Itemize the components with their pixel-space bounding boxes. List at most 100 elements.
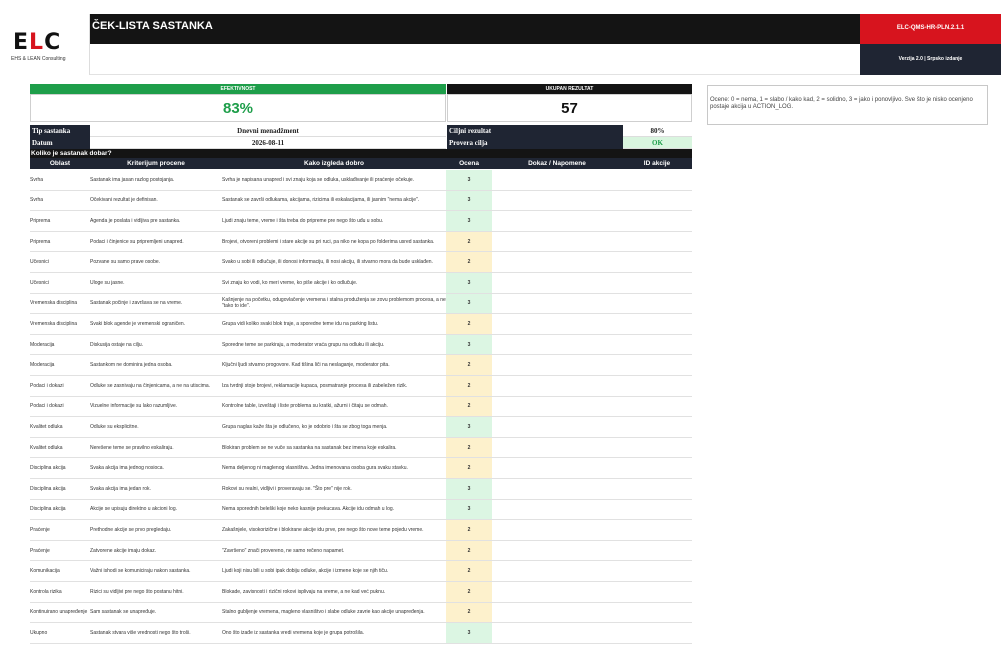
row-score-cell[interactable]: 2: [446, 376, 492, 396]
row-score-cell[interactable]: 2: [446, 458, 492, 478]
row-evidence-cell[interactable]: [492, 191, 622, 211]
row-evidence-cell[interactable]: [492, 561, 622, 581]
row-action-id-cell[interactable]: [622, 273, 692, 293]
row-good-practice: Kontrolne table, izveštaji i liste probl…: [222, 403, 388, 410]
row-evidence-cell[interactable]: [492, 603, 622, 623]
page-header: ELC EHS & LEAN Consulting ČEK-LISTA SAST…: [0, 14, 1001, 75]
row-evidence-cell[interactable]: [492, 417, 622, 437]
row-evidence-cell[interactable]: [492, 458, 622, 478]
row-evidence-cell[interactable]: [492, 355, 622, 375]
row-score-cell[interactable]: 2: [446, 252, 492, 272]
row-evidence-cell[interactable]: [492, 541, 622, 561]
scoring-note: Ocene: 0 = nema, 1 = slabo / kako kad, 2…: [707, 85, 988, 125]
row-score-cell[interactable]: 3: [446, 273, 492, 293]
row-score-cell[interactable]: 3: [446, 499, 492, 520]
row-action-id-cell[interactable]: [622, 294, 692, 314]
row-action-id-cell[interactable]: [622, 458, 692, 478]
row-action-id-cell[interactable]: [622, 170, 692, 190]
row-score-cell[interactable]: 3: [446, 190, 492, 211]
table-row: Moderacija Sastankom ne dominira jedna os…: [30, 355, 692, 376]
row-evidence-cell[interactable]: [492, 438, 622, 458]
row-good-practice: Brojevi, otvoreni problemi i stare akcij…: [222, 238, 435, 245]
row-action-id-cell[interactable]: [622, 623, 692, 643]
row-score-cell[interactable]: 2: [446, 602, 492, 623]
row-action-id-cell[interactable]: [622, 541, 692, 561]
row-evidence-cell[interactable]: [492, 232, 622, 252]
row-good-practice: Blokiran problem se ne vuče sa sastanka …: [222, 444, 397, 451]
row-action-id-cell[interactable]: [622, 191, 692, 211]
row-evidence-cell[interactable]: [492, 397, 622, 417]
row-action-id-cell[interactable]: [622, 561, 692, 581]
target-check-value: OK: [623, 137, 692, 149]
table-row: Podaci i dokazi Vizuelne informacije su l…: [30, 396, 692, 418]
row-action-id-cell[interactable]: [622, 232, 692, 252]
table-row: Učesnici Uloge su jasne. Svi znaju ko vodi…: [30, 273, 692, 294]
row-action-id-cell[interactable]: [622, 438, 692, 458]
row-evidence-cell[interactable]: [492, 314, 622, 334]
row-score-cell[interactable]: 3: [446, 623, 492, 643]
row-action-id-cell[interactable]: [622, 397, 692, 417]
row-action-id-cell[interactable]: [622, 603, 692, 623]
row-score-cell[interactable]: 2: [446, 355, 492, 375]
row-score-cell[interactable]: 2: [446, 314, 492, 334]
row-area: Disciplina akcija: [30, 506, 66, 513]
date-value[interactable]: 2026-08-11: [90, 137, 446, 149]
row-action-id-cell[interactable]: [622, 211, 692, 231]
row-evidence-cell[interactable]: [492, 294, 622, 314]
row-evidence-cell[interactable]: [492, 500, 622, 520]
row-criterion: Svaka akcija ima jednog nosioca.: [90, 465, 164, 472]
row-score-cell[interactable]: 3: [446, 293, 492, 314]
row-score-cell[interactable]: 3: [446, 170, 492, 190]
row-evidence-cell[interactable]: [492, 582, 622, 602]
row-evidence-cell[interactable]: [492, 335, 622, 355]
row-criterion: Očekivani rezultat je definisan.: [90, 197, 158, 204]
row-action-id-cell[interactable]: [622, 252, 692, 272]
row-evidence-cell[interactable]: [492, 479, 622, 499]
row-evidence-cell[interactable]: [492, 273, 622, 293]
effectiveness-value: 83%: [30, 94, 446, 122]
row-good-practice: Sporedne teme se parkiraju, a moderator …: [222, 341, 385, 348]
row-action-id-cell[interactable]: [622, 417, 692, 437]
row-good-practice: Nema deljenog ni maglenog vlasništva. Je…: [222, 465, 408, 472]
row-good-practice: Svi znaju ko vodi, ko meri vreme, ko piš…: [222, 279, 358, 286]
row-criterion: Podaci i činjenice su pripremljeni unapr…: [90, 238, 184, 245]
row-action-id-cell[interactable]: [622, 376, 692, 396]
column-header-criterion: Kriterijum procene: [127, 160, 185, 167]
row-criterion: Agenda je poslata i vidljiva pre sastank…: [90, 217, 181, 224]
row-evidence-cell[interactable]: [492, 623, 622, 643]
row-action-id-cell[interactable]: [622, 355, 692, 375]
row-evidence-cell[interactable]: [492, 252, 622, 272]
logo-mark: ELC: [13, 30, 62, 55]
section-question: Koliko je sastanak dobar?: [30, 149, 692, 158]
row-action-id-cell[interactable]: [622, 335, 692, 355]
row-score-cell[interactable]: 3: [446, 334, 492, 355]
row-evidence-cell[interactable]: [492, 170, 622, 190]
row-score-cell[interactable]: 2: [446, 561, 492, 581]
row-evidence-cell[interactable]: [492, 520, 622, 540]
target-score-value[interactable]: 80%: [623, 125, 692, 137]
row-score-cell[interactable]: 2: [446, 582, 492, 602]
meeting-type-label: Tip sastanka: [30, 125, 90, 137]
row-score-cell[interactable]: 3: [446, 417, 492, 437]
row-action-id-cell[interactable]: [622, 314, 692, 334]
column-header-evidence: Dokaz / Napomene: [528, 160, 586, 167]
row-action-id-cell[interactable]: [622, 582, 692, 602]
row-action-id-cell[interactable]: [622, 479, 692, 499]
row-criterion: Sastanak stvara više vrednosti nego što …: [90, 629, 191, 636]
row-score-cell[interactable]: 2: [446, 540, 492, 561]
row-score-cell[interactable]: 2: [446, 396, 492, 417]
row-good-practice: Ljudi znaju teme, vreme i šta treba do p…: [222, 217, 384, 224]
row-good-practice: Nema sporednih beleški koje neko kasnije…: [222, 506, 395, 513]
row-action-id-cell[interactable]: [622, 500, 692, 520]
row-action-id-cell[interactable]: [622, 520, 692, 540]
row-score-cell[interactable]: 3: [446, 211, 492, 231]
row-score-cell[interactable]: 2: [446, 231, 492, 252]
row-evidence-cell[interactable]: [492, 211, 622, 231]
meeting-type-value[interactable]: Dnevni menadžment: [90, 125, 446, 137]
row-score-cell[interactable]: 3: [446, 479, 492, 499]
row-score-cell[interactable]: 2: [446, 520, 492, 540]
target-score-label: Ciljni rezultat: [447, 125, 623, 137]
row-score-cell[interactable]: 2: [446, 437, 492, 458]
row-evidence-cell[interactable]: [492, 376, 622, 396]
document-version: Verzija 2.0 | Srpsko izdanje: [860, 44, 1001, 75]
